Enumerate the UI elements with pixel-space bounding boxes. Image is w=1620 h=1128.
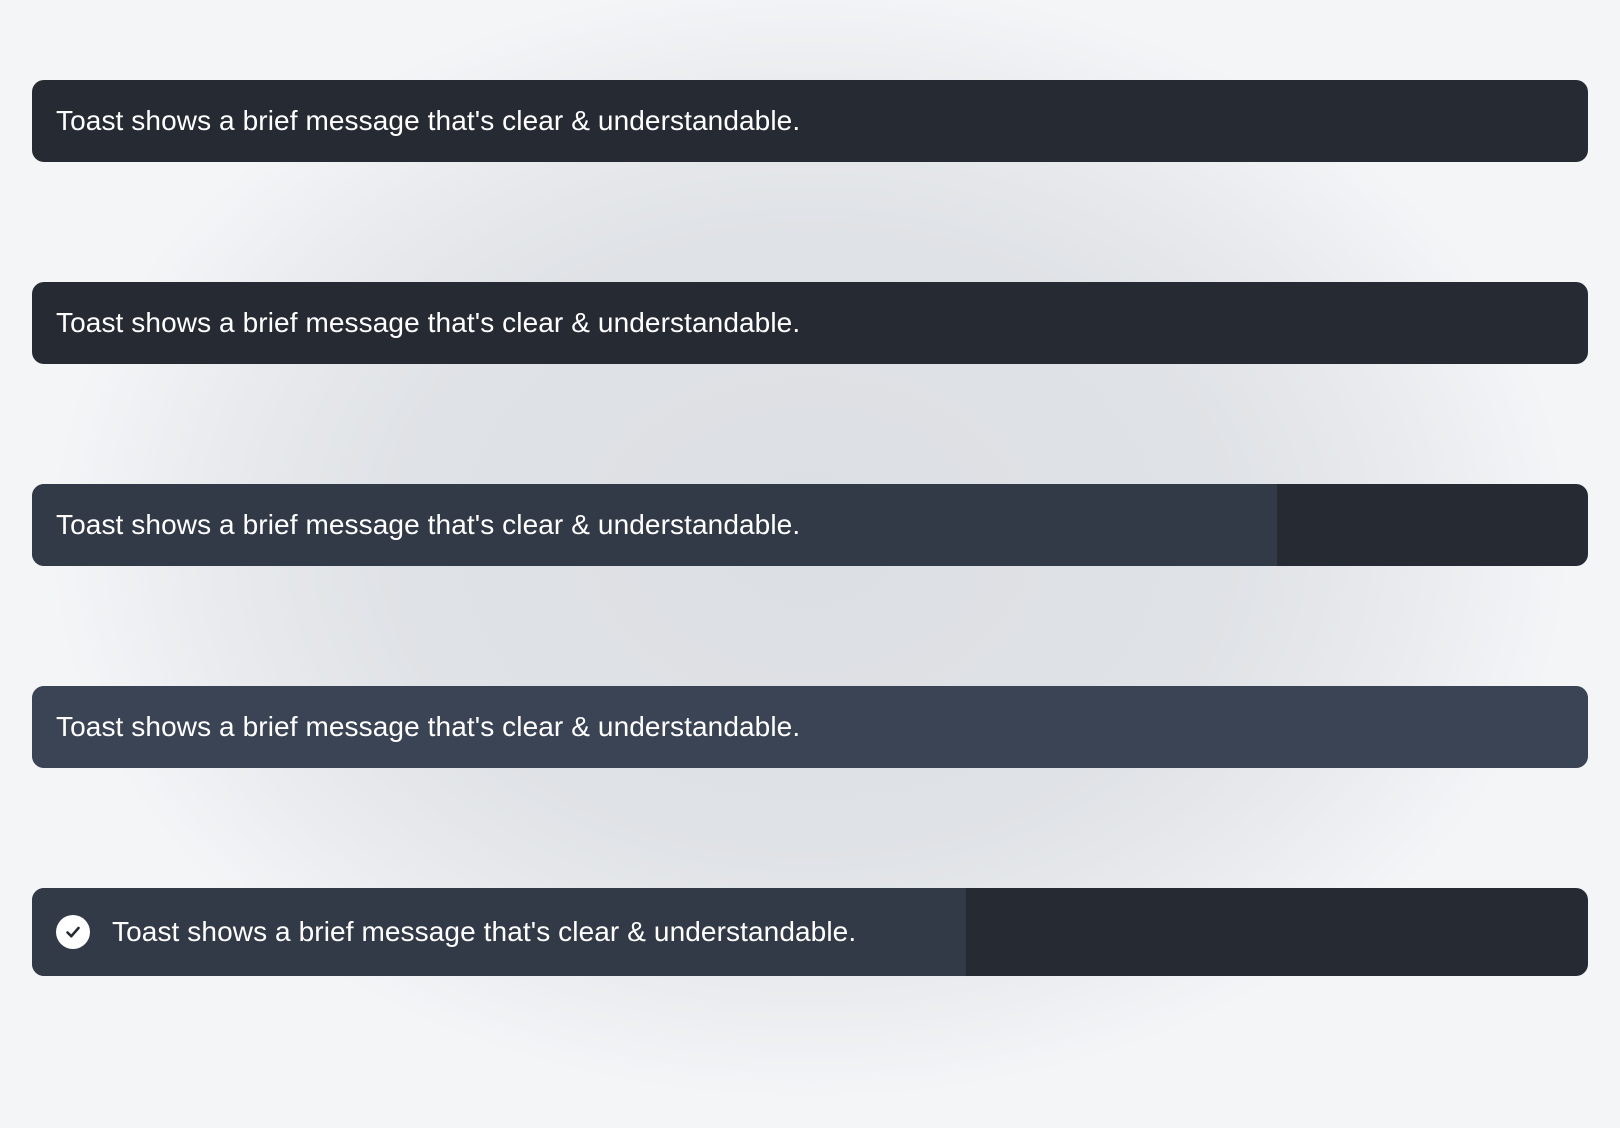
check-circle-icon — [56, 915, 90, 949]
toast[interactable]: Toast shows a brief message that's clear… — [32, 484, 1588, 566]
toast-message: Toast shows a brief message that's clear… — [56, 105, 801, 136]
toast-content: Toast shows a brief message that's clear… — [32, 80, 1588, 162]
toast[interactable]: Toast shows a brief message that's clear… — [32, 80, 1588, 162]
toast-content: Toast shows a brief message that's clear… — [32, 282, 1588, 364]
toast-message: Toast shows a brief message that's clear… — [56, 711, 801, 742]
toast-content: Toast shows a brief message that's clear… — [32, 484, 1588, 566]
toast[interactable]: Toast shows a brief message that's clear… — [32, 888, 1588, 976]
toast[interactable]: Toast shows a brief message that's clear… — [32, 282, 1588, 364]
toast-message: Toast shows a brief message that's clear… — [112, 916, 857, 947]
toast-message: Toast shows a brief message that's clear… — [56, 307, 801, 338]
toast-message: Toast shows a brief message that's clear… — [56, 509, 801, 540]
toast-content: Toast shows a brief message that's clear… — [32, 686, 1588, 768]
toast[interactable]: Toast shows a brief message that's clear… — [32, 686, 1588, 768]
toast-content: Toast shows a brief message that's clear… — [32, 888, 1588, 976]
